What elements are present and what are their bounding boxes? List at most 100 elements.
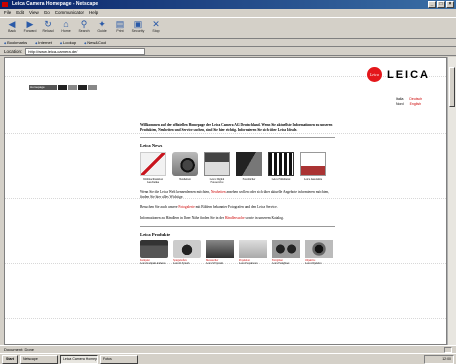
print-icon: ▤ [115,19,125,29]
product-image[interactable] [239,240,267,259]
reload-button[interactable]: ↻ Reload [40,18,56,39]
news-caption[interactable]: Leica Akademie [300,178,326,181]
product-item[interactable]: Objektive Leica Objektive [305,240,333,265]
toolbar-label: Print [116,29,124,33]
news-image[interactable] [172,151,198,176]
inline-link[interactable]: Händlersuche [225,216,245,220]
product-image[interactable] [140,240,168,259]
security-button[interactable]: ▣ Security [130,18,146,39]
inline-link[interactable]: Fotogalerie [178,205,194,209]
news-image[interactable] [204,151,230,176]
leica-wordmark: LEICA [387,68,430,81]
product-subtitle: Leica Ferngläser [272,262,290,266]
navigation-toolbar: ◀ Back ▶ Forward ↻ Reload ⌂ Home ⚲ Search ✦ Guide ▤ P… [0,17,456,39]
main-content: Willkommen auf der offiziellen Homepage … [140,123,335,265]
news-caption[interactable]: Neuheiten [172,178,198,181]
url-input[interactable] [25,47,146,55]
news-image[interactable] [300,151,326,176]
menu-go[interactable]: Go [44,9,50,17]
news-image[interactable] [268,151,294,176]
paragraph-text: Informationen zu Händlern in Ihrer Nähe … [140,215,225,220]
menu-bar: File Edit View Go Communicator Help [0,9,456,17]
vertical-scrollbar[interactable] [447,57,456,345]
inline-link[interactable]: Neuheiten [211,190,226,194]
rule [140,225,335,227]
leica-logo[interactable]: Leica LEICA [367,67,430,82]
bookmark-link[interactable]: Lookup [60,39,76,46]
guide-icon: ✦ [98,19,106,29]
toolbar-label: Forward [23,29,37,33]
guide-button[interactable]: ✦ Guide [94,18,110,39]
menu-help[interactable]: Help [89,9,98,17]
product-image[interactable] [272,240,300,259]
menu-file[interactable]: File [4,9,11,17]
scroll-thumb[interactable] [449,67,455,107]
reload-icon: ↻ [44,19,52,29]
product-item[interactable]: Projektion Leica Projektoren [239,240,267,265]
product-subtitle: Leica R System [173,262,190,266]
lang-link[interactable]: English [410,102,421,107]
news-image[interactable] [236,151,262,176]
news-caption[interactable]: Weihnachtsaktion Geschenke [140,178,166,184]
products-row: Kompakt Leica Kompakt-kameras Spiegelrefle… [140,240,335,265]
bookmark-link[interactable]: New&Cool [84,39,106,46]
product-image[interactable] [305,240,333,259]
lang-link[interactable]: Nord [396,102,404,107]
news-image[interactable] [140,151,166,176]
site-nav: Homepage [29,85,98,90]
taskbar-item[interactable]: Fotos [99,354,138,364]
news-caption[interactable]: Leica Filmdienst [268,178,294,181]
status-text: Document: Done [4,347,35,352]
nav-segment[interactable] [58,85,67,90]
rule [140,137,335,139]
stop-icon: ✕ [152,19,160,29]
page-viewport: Leica LEICA Homepage Italia Deutsch Nord E… [4,57,447,345]
product-subtitle: Leica Objektive [305,262,322,266]
products-heading: Leica Produkte [140,231,171,237]
product-item[interactable]: Kompakt Leica Kompakt-kameras [140,240,168,265]
title-bar: Leica Camera Homepage - Netscape _ □ × [0,0,456,9]
back-button[interactable]: ◀ Back [4,18,20,39]
news-item[interactable]: Leica Digital Fotoservice [204,151,230,184]
product-image[interactable] [173,240,201,259]
menu-view[interactable]: View [29,9,39,17]
maximize-icon[interactable]: □ [437,1,445,8]
start-button[interactable]: Start [2,354,18,364]
news-item[interactable]: Leica Filmdienst [268,151,294,184]
taskbar-item[interactable]: Netscape [19,354,58,364]
product-item[interactable]: Messsucher Leica M System [206,240,234,265]
location-label: Location: [4,48,23,54]
divider [5,318,446,319]
nav-segment[interactable] [88,85,97,90]
product-item[interactable]: Spiegelreflex Leica R System [173,240,201,265]
toolbar-label: Search [78,29,90,33]
nav-segment[interactable] [78,85,87,90]
news-item[interactable]: Weihnachtsaktion Geschenke [140,151,166,184]
close-icon[interactable]: × [446,1,454,8]
product-item[interactable]: Ferngläser Leica Ferngläser [272,240,300,265]
search-icon: ⚲ [80,19,88,29]
search-button[interactable]: ⚲ Search [76,18,92,39]
home-button[interactable]: ⌂ Home [58,18,74,39]
nav-homepage[interactable]: Homepage [29,85,57,90]
nav-segment[interactable] [68,85,77,90]
paragraph: Wenn Sie die Leica Welt kennenlernen möc… [140,190,335,199]
news-item[interactable]: Neuheiten [172,151,198,184]
menu-edit[interactable]: Edit [16,9,24,17]
stop-button[interactable]: ✕ Stop [148,18,164,39]
minimize-icon[interactable]: _ [428,1,436,8]
news-item[interactable]: Leica Akademie [300,151,326,184]
news-item[interactable]: Fotobücher [236,151,262,184]
forward-button[interactable]: ▶ Forward [22,18,38,39]
product-image[interactable] [206,240,234,259]
taskbar-item[interactable]: Leica Camera Homepage [59,354,98,364]
toolbar-label: Guide [97,29,107,33]
news-heading: Leica News [140,143,163,149]
home-icon: ⌂ [63,19,69,29]
bookmark-link[interactable]: Internet [35,39,52,46]
news-caption[interactable]: Leica Digital Fotoservice [204,178,230,184]
news-caption[interactable]: Fotobücher [236,178,262,181]
menu-communicator[interactable]: Communicator [55,9,84,17]
bookmark-link[interactable]: Bookmarks [4,39,27,46]
print-button[interactable]: ▤ Print [112,18,128,39]
